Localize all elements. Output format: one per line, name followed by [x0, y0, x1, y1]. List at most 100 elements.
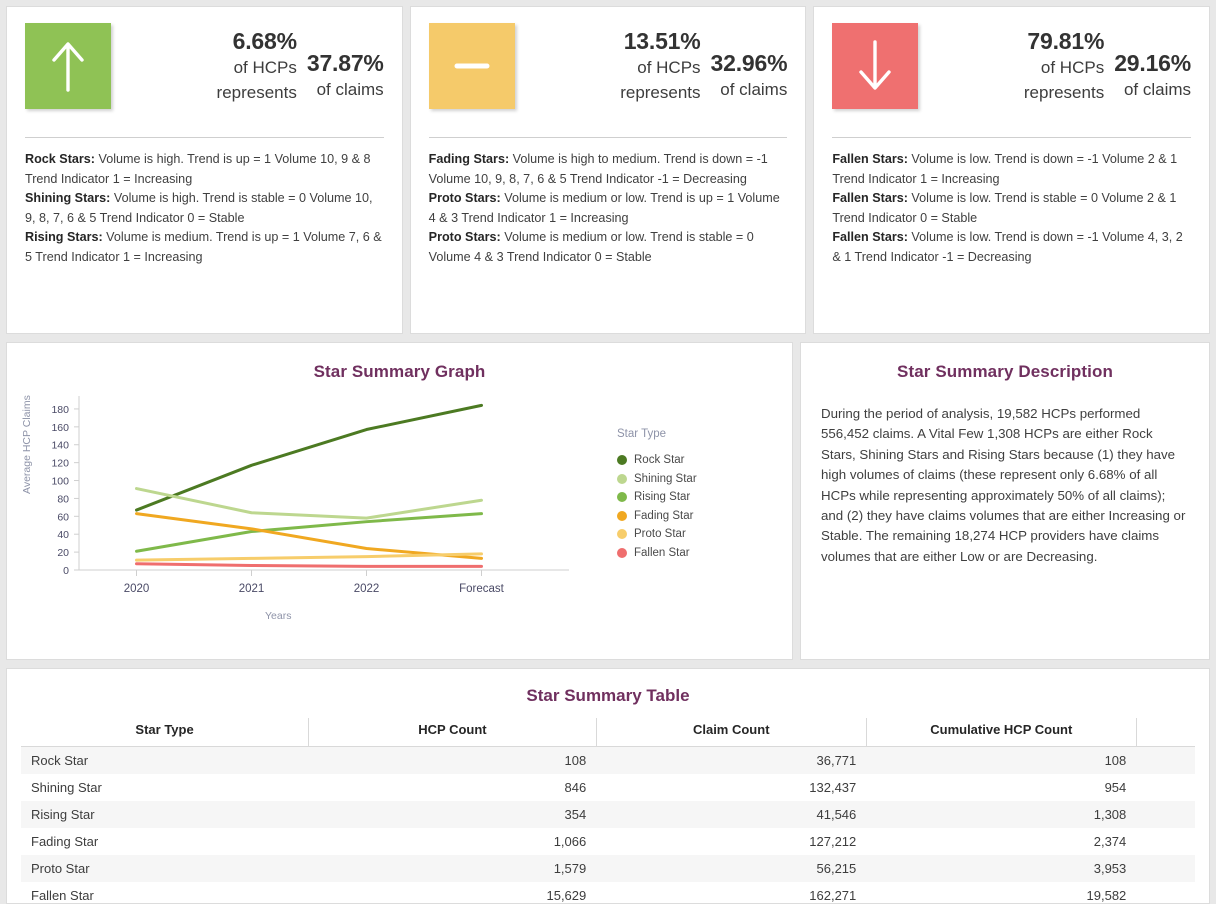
- claims-percent-label: of claims: [316, 80, 384, 99]
- y-axis-tick-label: 120: [51, 458, 69, 470]
- kpi-definition-1: Fallen Stars: Volume is low. Trend is do…: [832, 150, 1191, 189]
- legend-label: Proto Star: [634, 528, 686, 541]
- cell-star-type: Proto Star: [21, 855, 309, 882]
- legend-label: Rock Star: [634, 454, 685, 467]
- legend-item-fallen-star[interactable]: Fallen Star: [617, 544, 697, 563]
- hcp-percent-stat: 79.81% of HCPs represents: [1023, 27, 1105, 105]
- table-body: Rock Star 108 36,771 108 Shining Star 846 132,…: [21, 746, 1195, 903]
- x-axis-tick-label: 2022: [354, 583, 380, 595]
- legend-swatch-icon: [617, 529, 627, 540]
- table-row[interactable]: Fading Star 1,066 127,212 2,374: [21, 828, 1195, 855]
- cell-claim-count: 36,771: [596, 746, 867, 774]
- kpi-top: 13.51% of HCPs represents 32.96% of claims: [428, 23, 788, 123]
- cell-claim-count: 56,215: [596, 855, 867, 882]
- y-axis-tick-label: 160: [51, 422, 69, 434]
- arrow-down-icon: [832, 23, 919, 109]
- hcp-percent-label-1: of HCPs: [637, 58, 701, 77]
- kpi-definition-3: Fallen Stars: Volume is low. Trend is do…: [832, 228, 1191, 267]
- table-column-header-1[interactable]: Star Type: [21, 718, 310, 747]
- claims-percent-value: 32.96%: [710, 50, 788, 76]
- legend-item-proto-star[interactable]: Proto Star: [617, 525, 697, 544]
- legend-item-rising-star[interactable]: Rising Star: [617, 488, 697, 507]
- table-column-header-4[interactable]: Cumulative HCP Count: [866, 718, 1137, 747]
- claims-percent-label: of claims: [720, 80, 788, 99]
- legend-swatch-icon: [617, 510, 627, 521]
- star-summary-description-panel: Star Summary Description During the peri…: [800, 342, 1210, 660]
- description-panel-title: Star Summary Description: [897, 362, 1113, 381]
- claims-percent-label: of claims: [1123, 80, 1192, 99]
- kpi-card-1: 6.68% of HCPs represents 37.87% of claims Roc…: [6, 6, 403, 334]
- claims-percent-stat: 37.87% of claims: [307, 27, 384, 102]
- legend-item-rock-star[interactable]: Rock Star: [617, 451, 697, 470]
- cell-hcp-count: 15,629: [308, 882, 597, 903]
- y-axis-tick-label: 80: [57, 493, 69, 505]
- kpi-definition-1: Rock Stars: Volume is high. Trend is up …: [25, 150, 384, 189]
- cell-spacer: [1136, 855, 1195, 882]
- cell-star-type: Rising Star: [21, 801, 309, 828]
- y-axis-tick-label: 20: [57, 547, 69, 559]
- kpi-definition-term: Fallen Stars:: [832, 191, 908, 205]
- kpi-definition-1: Fading Stars: Volume is high to medium. …: [429, 150, 788, 189]
- cell-claim-count: 41,546: [596, 801, 867, 828]
- kpi-definition-3: Proto Stars: Volume is medium or low. Tr…: [429, 228, 788, 267]
- cell-cumulative-hcp-count: 108: [866, 746, 1137, 774]
- legend-item-shining-star[interactable]: Shining Star: [617, 470, 697, 489]
- legend-label: Fading Star: [634, 509, 694, 522]
- legend-item-fading-star[interactable]: Fading Star: [617, 507, 697, 526]
- kpi-definition-term: Fallen Stars:: [832, 230, 908, 244]
- cell-star-type: Fading Star: [21, 828, 309, 855]
- legend-swatch-icon: [617, 455, 627, 466]
- kpi-definition-term: Fading Stars:: [428, 152, 510, 166]
- minus-icon: [428, 23, 515, 109]
- kpi-divider: [428, 137, 788, 138]
- cell-star-type: Fallen Star: [21, 882, 309, 903]
- cell-cumulative-hcp-count: 954: [866, 774, 1137, 801]
- legend-label: Shining Star: [634, 472, 697, 485]
- hcp-percent-label-1: of HCPs: [233, 58, 297, 77]
- cell-hcp-count: 846: [308, 774, 597, 801]
- table-column-header-2[interactable]: HCP Count: [308, 718, 597, 747]
- kpi-definition-2: Fallen Stars: Volume is low. Trend is st…: [832, 189, 1191, 228]
- cell-cumulative-hcp-count: 3,953: [866, 855, 1137, 882]
- cell-star-type: Rock Star: [21, 746, 309, 774]
- graph-panel-title: Star Summary Graph: [313, 362, 486, 381]
- cell-hcp-count: 354: [308, 801, 597, 828]
- table-row[interactable]: Proto Star 1,579 56,215 3,953: [21, 855, 1195, 882]
- cell-star-type: Shining Star: [21, 774, 309, 801]
- cell-spacer: [1136, 774, 1195, 801]
- claims-percent-stat: 29.16% of claims: [1114, 27, 1191, 102]
- x-axis-tick-label: 2020: [124, 583, 150, 595]
- table-column-header-3[interactable]: Claim Count: [596, 718, 867, 747]
- table-row[interactable]: Shining Star 846 132,437 954: [21, 774, 1195, 801]
- cell-claim-count: 132,437: [596, 774, 867, 801]
- cell-hcp-count: 1,066: [308, 828, 597, 855]
- kpi-definition-3: Rising Stars: Volume is medium. Trend is…: [25, 228, 384, 267]
- hcp-percent-label-2: represents: [216, 83, 297, 102]
- table-row[interactable]: Rock Star 108 36,771 108: [21, 746, 1195, 774]
- kpi-divider: [832, 137, 1192, 138]
- legend-label: Fallen Star: [634, 546, 690, 559]
- kpi-card-row: 6.68% of HCPs represents 37.87% of claims Roc…: [6, 6, 1211, 334]
- chart-legend: Star Type Rock Star Shining Star Rising St…: [617, 428, 697, 562]
- kpi-definition-2: Proto Stars: Volume is medium or low. Tr…: [429, 189, 788, 228]
- hcp-percent-label-2: represents: [1023, 83, 1105, 102]
- claims-percent-stat: 32.96% of claims: [711, 27, 788, 102]
- series-line-rock-star: [135, 403, 483, 512]
- legend-label: Rising Star: [634, 491, 691, 504]
- cell-hcp-count: 1,579: [308, 855, 597, 882]
- kpi-card-3: 79.81% of HCPs represents 29.16% of claims Fa…: [813, 6, 1211, 334]
- cell-spacer: [1136, 882, 1195, 903]
- star-summary-table-panel: Star Summary Table Star Type HCP Count Cla…: [6, 668, 1210, 904]
- claims-percent-value: 29.16%: [1114, 50, 1192, 76]
- chart-plot-area: 0 20 40 60 80 100 120 140 160 180 2020 2021 2022 Fore…: [51, 396, 569, 595]
- table-row[interactable]: Fallen Star 15,629 162,271 19,582: [21, 882, 1195, 903]
- kpi-divider: [25, 137, 384, 138]
- table-row[interactable]: Rising Star 354 41,546 1,308: [21, 801, 1195, 828]
- kpi-definition-term: Shining Stars:: [25, 191, 111, 205]
- kpi-definition-term: Proto Stars:: [428, 191, 501, 205]
- kpi-figures: 79.81% of HCPs represents 29.16% of claims: [928, 23, 1191, 105]
- series-line-shining-star: [135, 487, 483, 520]
- hcp-percent-value: 79.81%: [1027, 28, 1105, 54]
- y-axis-tick-label: 140: [51, 440, 69, 452]
- cell-cumulative-hcp-count: 2,374: [866, 828, 1137, 855]
